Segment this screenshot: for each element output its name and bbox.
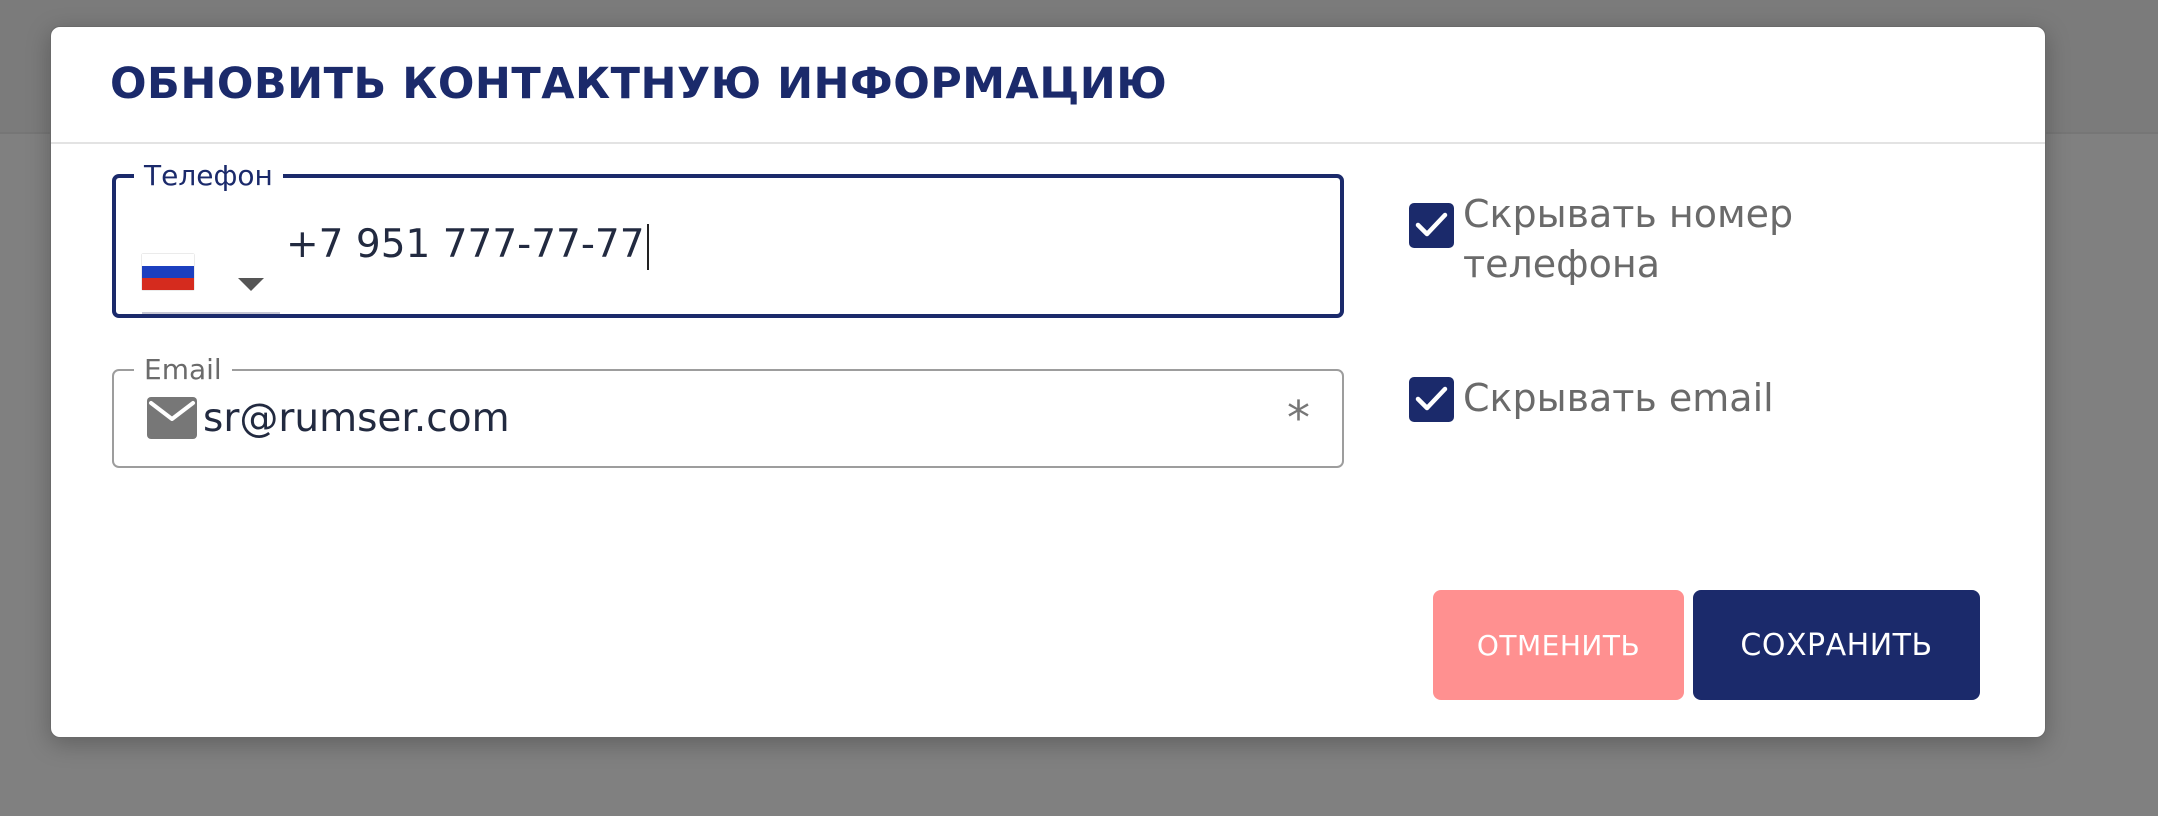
email-field[interactable]: Email sr@rumser.com *	[112, 353, 1344, 468]
phone-input-value: +7 951 777-77-77	[286, 222, 645, 267]
phone-field[interactable]: Телефон +7 951 777-77-77	[112, 159, 1344, 318]
hide-phone-label[interactable]: Скрывать номер телефона	[1463, 189, 1863, 289]
email-input[interactable]: sr@rumser.com	[203, 396, 510, 441]
phone-label: Телефон	[134, 159, 283, 192]
hide-phone-checkbox[interactable]	[1409, 203, 1454, 248]
chevron-down-icon[interactable]	[238, 278, 264, 291]
country-select[interactable]	[142, 242, 280, 314]
checkmark-icon	[1415, 212, 1448, 237]
hide-email-label[interactable]: Скрывать email	[1463, 373, 1863, 423]
dialog-title: ОБНОВИТЬ КОНТАКТНУЮ ИНФОРМАЦИЮ	[110, 59, 1168, 109]
dialog-header: ОБНОВИТЬ КОНТАКТНУЮ ИНФОРМАЦИЮ	[51, 27, 2045, 144]
cancel-button[interactable]: ОТМЕНИТЬ	[1433, 590, 1684, 700]
email-label: Email	[134, 353, 232, 386]
checkmark-icon	[1415, 386, 1448, 411]
russia-flag-icon	[142, 254, 194, 290]
contact-info-dialog: ОБНОВИТЬ КОНТАКТНУЮ ИНФОРМАЦИЮ Телефон +…	[50, 26, 2046, 738]
hide-email-checkbox[interactable]	[1409, 377, 1454, 422]
save-button[interactable]: СОХРАНИТЬ	[1693, 590, 1980, 700]
required-asterisk: *	[1287, 391, 1310, 445]
mail-icon	[147, 397, 197, 439]
phone-input[interactable]: +7 951 777-77-77	[286, 222, 649, 270]
text-cursor	[646, 223, 649, 270]
